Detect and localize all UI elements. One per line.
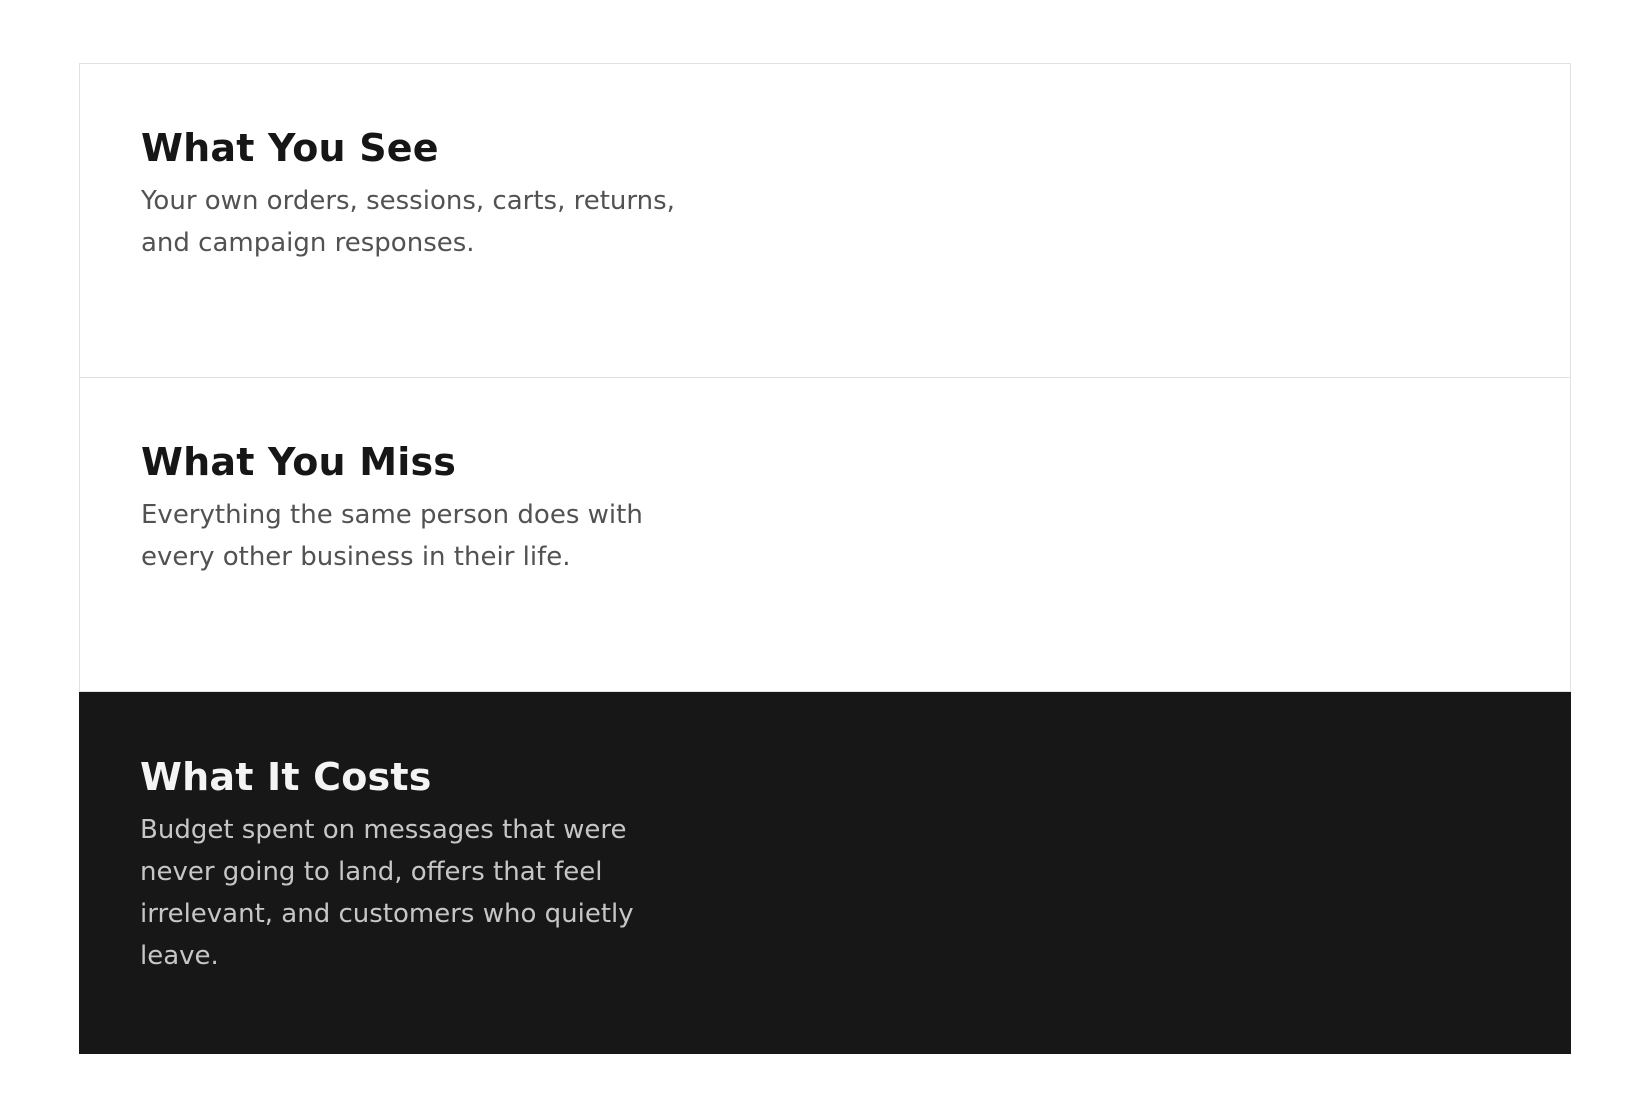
card-title: What You Miss [141,440,457,484]
card-description: Everything the same person does with eve… [141,500,643,572]
card-description: Your own orders, sessions, carts, return… [141,186,675,258]
card-what-you-miss: What You Miss Everything the same person… [79,378,1571,692]
card-description: Budget spent on messages that were never… [140,815,634,971]
card-what-it-costs: What It Costs Budget spent on messages t… [79,692,1571,1054]
card-title: What It Costs [140,755,432,799]
card-title: What You See [141,126,439,170]
comparison-card-stack: What You See Your own orders, sessions, … [79,63,1571,1054]
card-what-you-see: What You See Your own orders, sessions, … [79,63,1571,378]
